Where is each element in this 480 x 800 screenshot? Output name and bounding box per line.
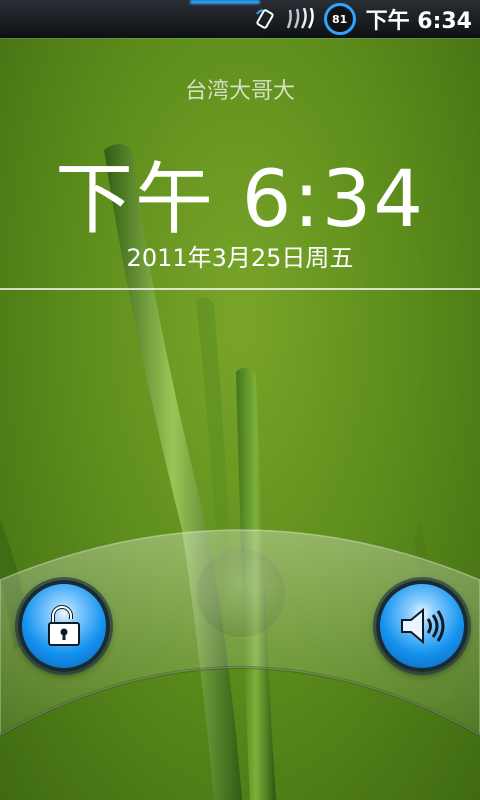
lockscreen-clock: 下午 6:34 [55,155,425,245]
drag-handle[interactable] [196,548,286,638]
sound-toggle-button[interactable] [376,580,468,672]
divider-line [0,288,480,290]
status-bar: 81 下午 6:34 [0,0,480,38]
unlock-button[interactable] [18,580,110,672]
signal-strength-icon [286,8,314,29]
status-bar-glow [190,0,260,4]
carrier-name: 台湾大哥大 [184,79,295,104]
speaker-icon [401,607,445,645]
lockscreen-date: 2011年3月25日周五 [126,244,354,272]
unlock-icon [48,605,80,646]
battery-level: 81 [331,12,348,26]
battery-icon: 81 [323,3,356,35]
status-time: 下午 6:34 [365,9,472,34]
screen-rotation-icon [255,9,274,29]
status-icons: 81 下午 6:34 [254,3,472,35]
